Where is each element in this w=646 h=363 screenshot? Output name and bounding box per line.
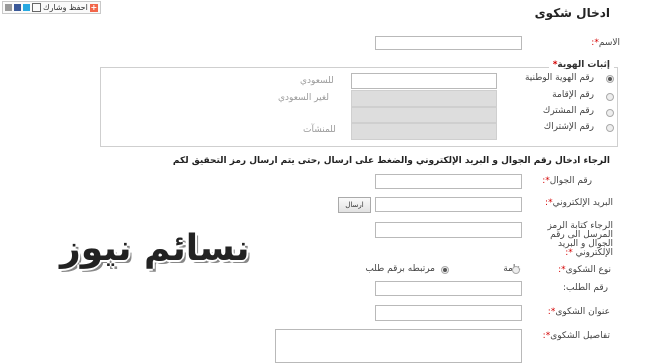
option-subscriber: رقم المشترك xyxy=(542,106,594,116)
watermark-logo: نسائم نيوز xyxy=(60,228,250,269)
complaint-title-label: عنوان الشكوى*: xyxy=(547,307,610,317)
more-icon[interactable] xyxy=(5,4,12,11)
plus-icon[interactable]: + xyxy=(89,3,98,12)
share-bar[interactable]: + احفظ وشارك xyxy=(2,1,101,14)
mobile-input[interactable] xyxy=(375,174,522,189)
email-input[interactable] xyxy=(375,197,522,212)
national-id-input[interactable] xyxy=(351,73,497,89)
share-label[interactable]: احفظ وشارك xyxy=(43,3,88,12)
option-national-id: رقم الهوية الوطنية xyxy=(524,73,594,83)
email-label: البريد الإلكتروني*: xyxy=(545,198,613,208)
radio-national-id[interactable] xyxy=(606,75,614,83)
request-number-input[interactable] xyxy=(375,281,522,296)
page-title: ادخال شكوى xyxy=(534,6,610,20)
send-button[interactable]: ارسال xyxy=(338,197,371,213)
verification-notice: الرجاء ادخال رقم الجوال و البريد الإلكتر… xyxy=(172,156,610,166)
option-linked: مرتبطه برقم طلب xyxy=(365,264,435,274)
complaint-type-label: نوع الشكوى*: xyxy=(558,265,611,275)
name-label: الاسم*: xyxy=(591,38,620,48)
radio-subscription[interactable] xyxy=(606,124,614,132)
radio-general[interactable] xyxy=(512,266,520,274)
code-label: الرجاء كتابة الرمز المرسل الى رقم الجوال… xyxy=(547,221,613,258)
hint-establishments: للمنشآت xyxy=(303,125,336,135)
option-subscription: رقم الإشتراك xyxy=(543,122,594,132)
mobile-label: رقم الجوال*: xyxy=(542,176,592,186)
radio-linked[interactable] xyxy=(441,266,449,274)
email-icon[interactable] xyxy=(32,3,41,12)
hint-non-saudi: لغير السعودي xyxy=(278,93,329,103)
request-number-label: رقم الطلب: xyxy=(563,283,608,293)
name-input[interactable] xyxy=(375,36,522,50)
complaint-details-label: تفاصيل الشكوى*: xyxy=(542,331,610,341)
iqama-input[interactable] xyxy=(351,90,497,107)
radio-subscriber[interactable] xyxy=(606,109,614,117)
facebook-icon[interactable] xyxy=(14,4,21,11)
complaint-details-textarea[interactable] xyxy=(275,329,522,363)
complaint-title-input[interactable] xyxy=(375,305,522,321)
identity-legend: إثبات الهوية* xyxy=(548,60,614,70)
code-input[interactable] xyxy=(375,222,522,238)
subscriber-input[interactable] xyxy=(351,107,497,123)
hint-saudi: للسعودي xyxy=(300,76,334,86)
radio-iqama[interactable] xyxy=(606,93,614,101)
twitter-icon[interactable] xyxy=(23,4,30,11)
option-iqama: رقم الإقامة xyxy=(552,90,594,100)
subscription-input[interactable] xyxy=(351,123,497,140)
